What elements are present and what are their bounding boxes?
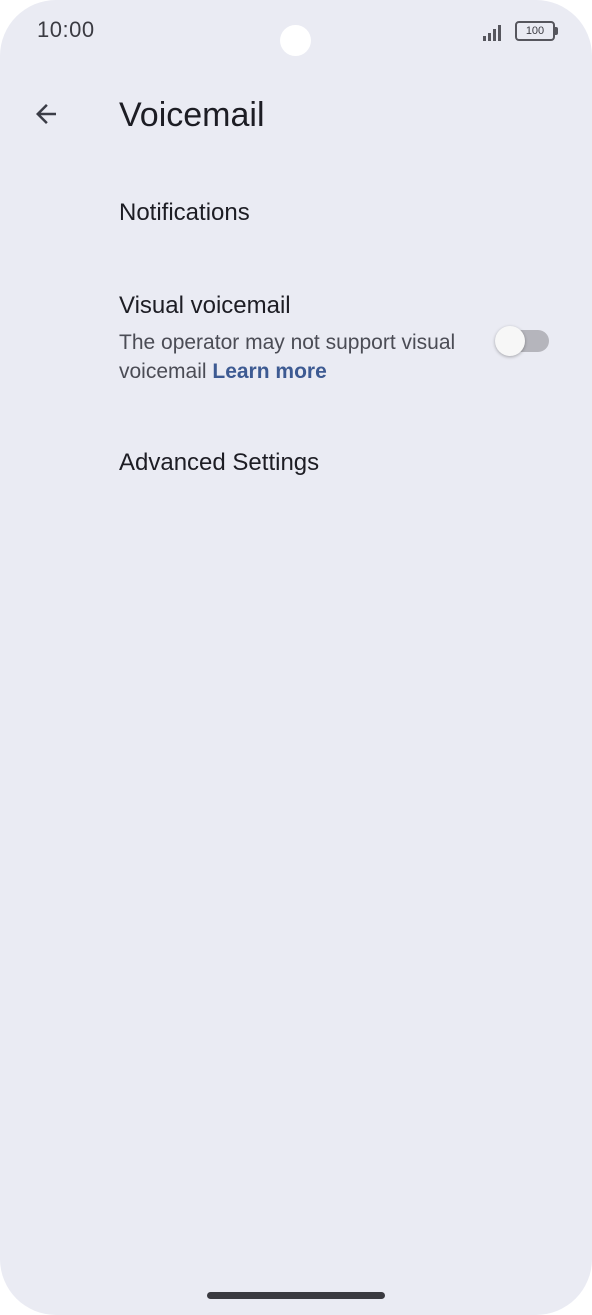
camera-cutout	[280, 25, 311, 56]
visual-voicemail-title: Visual voicemail	[119, 292, 291, 319]
advanced-settings-setting[interactable]: Advanced Settings	[0, 426, 592, 502]
back-button[interactable]	[22, 92, 70, 140]
gesture-navigation-bar[interactable]	[207, 1292, 385, 1299]
notifications-title: Notifications	[119, 199, 250, 226]
notifications-setting[interactable]: Notifications	[0, 176, 592, 252]
battery-icon: 100	[515, 21, 558, 41]
visual-voicemail-setting[interactable]: Visual voicemail The operator may not su…	[0, 280, 592, 404]
visual-voicemail-summary: The operator may not support visual voic…	[119, 328, 459, 386]
toggle-thumb	[495, 326, 525, 356]
phone-screen: 10:00 100 Voicemail Notifications Visual…	[0, 0, 592, 1315]
signal-bars-icon	[482, 23, 504, 41]
learn-more-link[interactable]: Learn more	[212, 360, 326, 383]
battery-level: 100	[525, 25, 545, 37]
battery-tip	[555, 27, 558, 35]
arrow-back-icon	[31, 99, 61, 133]
status-time: 10:00	[37, 17, 95, 42]
status-bar: 10:00 100	[0, 0, 592, 64]
page-title: Voicemail	[119, 96, 265, 134]
visual-voicemail-toggle[interactable]	[495, 326, 549, 356]
advanced-settings-title: Advanced Settings	[119, 449, 320, 476]
battery-body: 100	[515, 21, 555, 41]
